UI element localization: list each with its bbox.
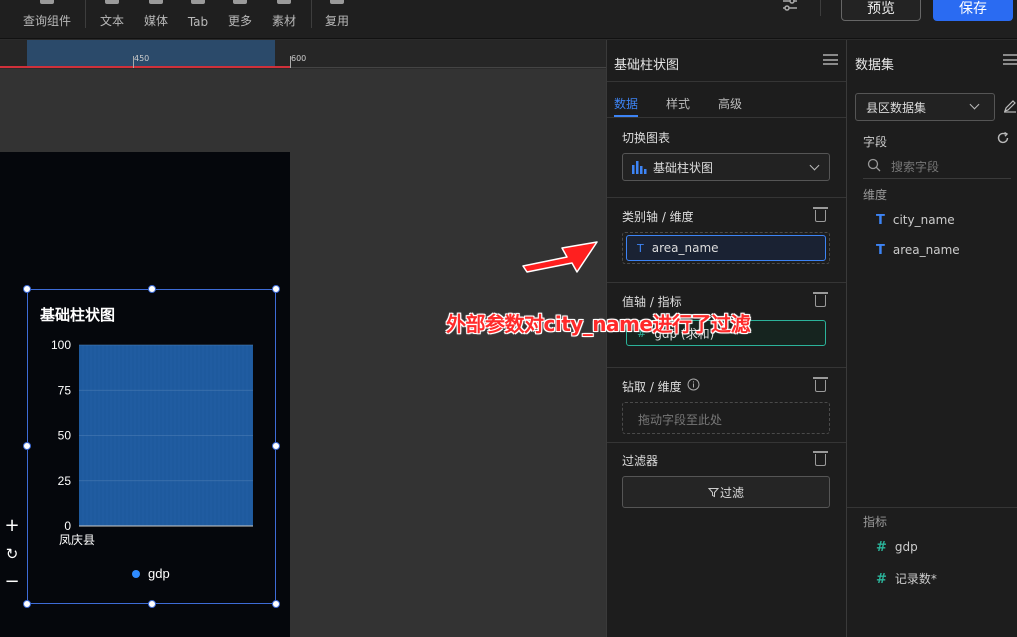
dataset-value: 县区数据集 — [866, 100, 927, 115]
filter-button[interactable]: 过滤 — [622, 476, 830, 508]
measure-field-item[interactable]: # gdp — [876, 540, 918, 555]
legend-label: gdp — [148, 566, 170, 581]
divider — [847, 507, 1017, 508]
refresh-icon[interactable] — [996, 131, 1010, 145]
trash-icon[interactable] — [813, 451, 828, 466]
category-axis-label: 类别轴 / 维度 — [622, 210, 694, 224]
y-tick-label: 0 — [64, 519, 71, 533]
toolbar-reuse[interactable]: 复用 — [321, 0, 353, 39]
funnel-icon — [707, 487, 719, 497]
drill-label: 钻取 / 维度 — [622, 380, 682, 394]
dataset-panel-title: 数据集 — [855, 58, 895, 73]
collapse-menu-icon[interactable] — [1003, 54, 1017, 65]
legend-marker — [132, 570, 140, 578]
x-tick-label: 凤庆县 — [59, 533, 95, 547]
switch-chart-label: 切换图表 — [622, 131, 671, 145]
zoom-in-icon[interactable]: + — [3, 517, 21, 535]
filter-section-label: 过滤器 — [622, 454, 659, 468]
measure-field-name: gdp — [894, 540, 918, 554]
divider — [607, 367, 846, 368]
tab-advanced[interactable]: 高级 — [718, 95, 742, 112]
y-tick-label: 100 — [51, 338, 71, 352]
preview-button[interactable]: 预览 — [841, 0, 921, 21]
divider — [607, 282, 846, 283]
y-tick-label: 50 — [58, 429, 72, 443]
search-icon — [867, 158, 881, 172]
number-type-icon: # — [876, 572, 887, 587]
annotation-arrow-icon — [522, 241, 598, 273]
measure-field-item[interactable]: # 记录数* — [876, 570, 937, 587]
fields-label: 字段 — [863, 135, 888, 149]
divider — [607, 117, 846, 118]
text-type-icon: T — [876, 213, 885, 228]
text-type-icon: T — [876, 243, 885, 258]
divider — [607, 197, 846, 198]
measure-field-name: 记录数* — [894, 572, 937, 586]
number-type-icon: # — [876, 540, 887, 555]
search-placeholder: 搜索字段 — [891, 160, 940, 174]
dimension-field-name: area_name — [892, 243, 960, 257]
info-icon[interactable] — [687, 378, 700, 391]
save-button[interactable]: 保存 — [933, 0, 1013, 21]
chart-type-select[interactable]: 基础柱状图 — [622, 153, 830, 181]
collapse-menu-icon[interactable] — [823, 54, 838, 65]
divider — [607, 442, 846, 443]
field-search-input[interactable]: 搜索字段 — [863, 155, 1011, 179]
toolbar-separator — [311, 0, 312, 28]
tab-style[interactable]: 样式 — [666, 95, 690, 112]
settings-sliders-icon[interactable] — [781, 0, 799, 14]
reuse-icon — [330, 0, 344, 4]
y-tick-label: 75 — [58, 383, 72, 397]
text-type-icon: T — [637, 241, 644, 255]
app-root: 查询组件 文本 媒体 Tab 更多 素材 复用 预览 保存 450 600 基础… — [0, 0, 1017, 637]
ruler-label: 600 — [291, 54, 307, 63]
dimension-field-name: city_name — [892, 213, 955, 227]
edit-pencil-icon[interactable] — [1003, 99, 1017, 113]
category-field-chip[interactable]: T area_name — [626, 235, 826, 261]
trash-icon[interactable] — [813, 207, 828, 222]
annotation-text: 外部参数对city_name进行了过滤 — [446, 312, 750, 336]
filter-button-label: 过滤 — [719, 485, 744, 500]
dimension-field-item[interactable]: Tcity_name — [876, 213, 955, 228]
chart-type-value: 基础柱状图 — [653, 160, 714, 175]
toolbar-separator — [820, 0, 821, 16]
divider — [607, 81, 846, 82]
config-panel-title: 基础柱状图 — [614, 58, 680, 73]
bar-chart-plot: 100 75 50 25 0凤庆县 gdp — [51, 338, 253, 581]
tab-data[interactable]: 数据 — [614, 95, 638, 112]
y-tick-label: 25 — [58, 474, 72, 488]
measures-label: 指标 — [863, 515, 888, 529]
dimension-field-item[interactable]: Tarea_name — [876, 243, 960, 258]
toolbar-label: 复用 — [324, 14, 349, 28]
category-field-name: area_name — [651, 241, 719, 255]
dataset-panel — [846, 40, 1017, 637]
drill-placeholder: 拖动字段至此处 — [638, 413, 723, 427]
trash-icon[interactable] — [813, 377, 828, 392]
dimensions-label: 维度 — [863, 188, 888, 202]
bar-chart-icon — [632, 161, 647, 174]
zoom-out-icon[interactable]: − — [3, 573, 21, 591]
trash-icon[interactable] — [813, 292, 828, 307]
reset-zoom-icon[interactable]: ↻ — [3, 545, 21, 563]
